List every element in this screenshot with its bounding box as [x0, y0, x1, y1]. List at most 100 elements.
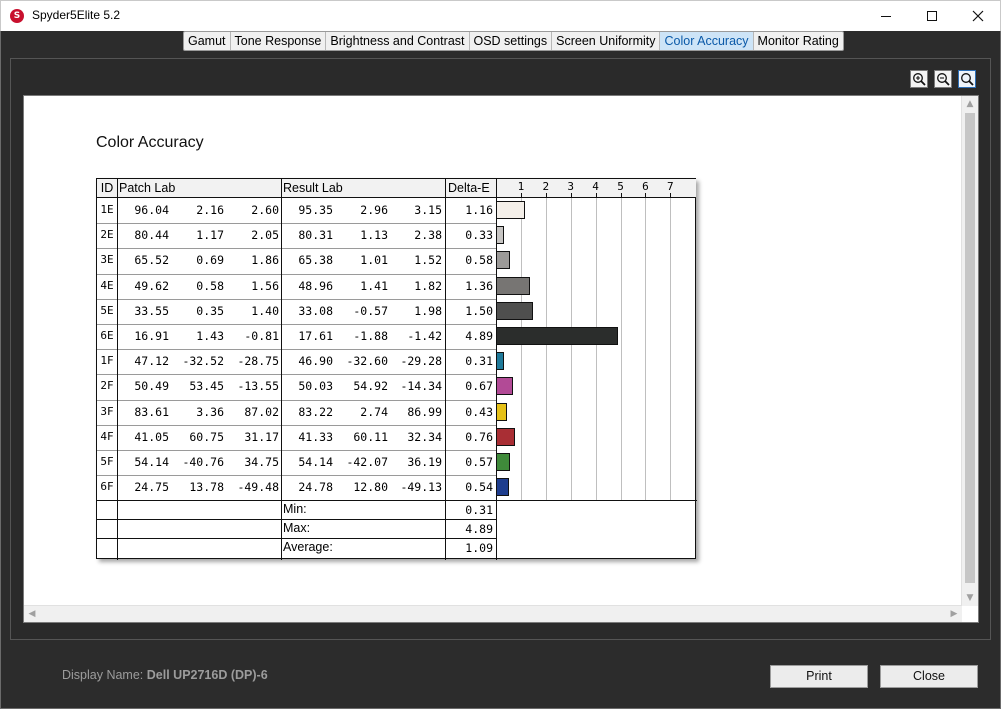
result-lab-value: 41.33: [298, 429, 333, 444]
patch-lab-value: 53.45: [189, 379, 224, 394]
tab-gamut[interactable]: Gamut: [184, 32, 231, 50]
patch-lab-value: 65.52: [134, 253, 169, 268]
zoom-out-button[interactable]: [934, 70, 952, 88]
patch-lab-value: 1.17: [196, 228, 224, 243]
row-id: 6E: [100, 329, 114, 342]
delta-e-bar: [496, 327, 618, 345]
patch-lab-value: 0.35: [196, 303, 224, 318]
column-divider: [496, 179, 497, 560]
result-lab-value: 17.61: [298, 329, 333, 343]
minimize-icon: [881, 15, 891, 17]
summary-label: Max:: [283, 521, 311, 536]
row-divider: [97, 248, 496, 250]
report-canvas[interactable]: Color Accuracy ID Patch Lab Result Lab D…: [23, 95, 979, 623]
result-lab-value: -32.60: [346, 354, 388, 369]
delta-e-bar: [496, 301, 534, 320]
delta-e-bar: [496, 427, 515, 446]
patch-lab-value: -40.76: [182, 455, 224, 469]
axis-tick-label: 4: [592, 180, 599, 193]
tab-osd-settings[interactable]: OSD settings: [470, 32, 553, 50]
zoom-fit-button[interactable]: [958, 70, 976, 88]
patch-lab-value: -13.55: [237, 379, 279, 394]
chart-gridline: [520, 198, 522, 501]
scroll-down-icon[interactable]: ▼: [962, 590, 978, 606]
patch-lab-value: 47.12: [134, 354, 169, 369]
patch-lab-value: 1.40: [251, 303, 279, 318]
delta-e-bar: [496, 251, 511, 270]
result-lab-value: 80.31: [298, 228, 333, 243]
chart-gridline: [645, 198, 647, 501]
axis-tick-label: 1: [517, 180, 525, 193]
chart-gridline: [545, 198, 547, 501]
result-lab-value: 1.52: [414, 253, 442, 268]
app-icon: S: [10, 9, 24, 23]
result-lab-value: 33.08: [298, 303, 333, 318]
report-title: Color Accuracy: [96, 134, 204, 151]
tab-color-accuracy[interactable]: Color Accuracy: [660, 32, 754, 50]
result-lab-value: 1.98: [414, 303, 442, 318]
patch-lab-value: 16.91: [134, 329, 169, 343]
title-bar: S Spyder5Elite 5.2: [0, 0, 1001, 31]
result-lab-value: -1.88: [353, 329, 388, 343]
result-lab-value: 65.38: [298, 253, 333, 268]
row-id: 1F: [100, 354, 114, 368]
patch-lab-value: 13.78: [189, 480, 224, 495]
row-id: 5F: [100, 455, 114, 468]
result-lab-value: -14.34: [400, 379, 442, 394]
result-lab-value: -1.42: [407, 329, 442, 343]
row-id: 3E: [100, 253, 114, 267]
maximize-button[interactable]: [909, 1, 955, 31]
window-title: Spyder5Elite 5.2: [32, 8, 121, 22]
summary-value: 4.89: [465, 522, 493, 537]
result-lab-value: 50.03: [298, 379, 333, 394]
delta-e-value: 0.57: [465, 455, 493, 469]
result-lab-value: 54.14: [298, 455, 333, 469]
zoom-in-button[interactable]: [910, 70, 928, 88]
delta-e-bar: [496, 478, 510, 497]
patch-lab-value: 87.02: [244, 404, 279, 419]
vertical-scrollbar[interactable]: ▲ ▼: [961, 96, 978, 606]
patch-lab-value: -0.81: [244, 329, 279, 343]
tab-screen-uniformity[interactable]: Screen Uniformity: [552, 32, 661, 50]
patch-lab-value: 83.61: [134, 404, 169, 419]
tab-brightness-and-contrast[interactable]: Brightness and Contrast: [326, 32, 470, 50]
close-icon: [972, 10, 984, 22]
close-button[interactable]: Close: [880, 665, 978, 688]
row-divider: [97, 273, 496, 275]
result-lab-value: 83.22: [298, 404, 333, 419]
row-id: 2E: [100, 228, 114, 242]
result-lab-value: 2.38: [414, 228, 442, 243]
row-id: 2F: [100, 379, 114, 393]
delta-e-value: 1.50: [465, 303, 493, 318]
minimize-button[interactable]: [863, 1, 909, 31]
axis-tick-mark: [620, 193, 622, 198]
row-divider: [97, 399, 496, 401]
result-lab-value: 54.92: [353, 379, 388, 394]
result-lab-value: 32.34: [407, 429, 442, 444]
delta-e-value: 1.36: [465, 278, 493, 293]
tab-tone-response[interactable]: Tone Response: [231, 32, 327, 50]
delta-e-bar: [496, 377, 513, 396]
scroll-thumb[interactable]: [965, 113, 975, 583]
patch-lab-value: 24.75: [134, 480, 169, 495]
delta-e-value: 4.89: [465, 329, 493, 343]
tab-monitor-rating[interactable]: Monitor Rating: [754, 32, 843, 50]
scroll-left-icon[interactable]: ◀: [24, 606, 40, 622]
print-button[interactable]: Print: [770, 665, 868, 688]
patch-lab-value: 0.69: [196, 253, 224, 268]
scroll-up-icon[interactable]: ▲: [962, 96, 978, 112]
axis-tick-label: 3: [567, 180, 574, 193]
axis-tick-mark: [520, 193, 522, 198]
patch-lab-value: 96.04: [134, 203, 169, 217]
scroll-right-icon[interactable]: ▶: [946, 606, 962, 622]
axis-tick-label: 6: [642, 180, 649, 193]
close-window-button[interactable]: [955, 1, 1001, 31]
result-lab-value: 2.74: [360, 404, 388, 419]
axis-tick-mark: [570, 193, 572, 198]
delta-e-value: 0.58: [465, 253, 493, 268]
result-lab-value: 36.19: [407, 455, 442, 469]
header-id: ID: [97, 179, 117, 198]
summary-label: Min:: [283, 502, 307, 517]
delta-e-value: 0.31: [465, 354, 493, 369]
horizontal-scrollbar[interactable]: ◀ ▶: [24, 605, 962, 622]
